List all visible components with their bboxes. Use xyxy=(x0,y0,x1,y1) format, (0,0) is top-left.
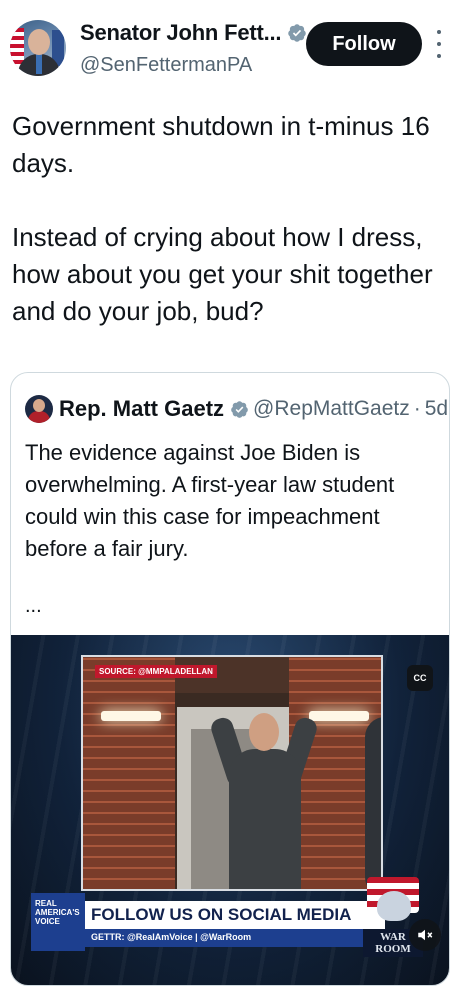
verified-badge-icon xyxy=(288,24,307,42)
video-player[interactable]: SOURCE: @MMPALADELLAN CC REAL AMERICA'S … xyxy=(11,635,449,985)
author-display-name[interactable]: Senator John Fett... xyxy=(80,20,282,46)
avatar-tie xyxy=(36,54,42,74)
banner-subtitle: GETTR: @RealAmVoice | @WarRoom xyxy=(85,929,385,947)
separator-dot: · xyxy=(413,397,421,420)
author-handle[interactable]: @SenFettermanPA xyxy=(80,54,252,77)
quoted-tweet-header: Rep. Matt Gaetz @RepMattGaetz · 5d xyxy=(25,395,448,423)
tweet-header: Senator John Fett... @SenFettermanPA Fol… xyxy=(0,0,450,100)
lower-third-banner: REAL AMERICA'S VOICE FOLLOW US ON SOCIAL… xyxy=(31,877,431,957)
follow-button[interactable]: Follow xyxy=(306,22,422,66)
quoted-author-avatar[interactable] xyxy=(25,395,53,423)
quoted-handle[interactable]: @RepMattGaetz xyxy=(253,397,410,421)
network-logo: REAL AMERICA'S VOICE xyxy=(31,893,85,951)
author-name-row[interactable]: Senator John Fett... xyxy=(80,20,307,46)
quoted-tweet[interactable]: Rep. Matt Gaetz @RepMattGaetz · 5d The e… xyxy=(10,372,450,986)
speaker-muted-icon[interactable] xyxy=(409,919,441,951)
author-avatar[interactable] xyxy=(10,20,66,76)
verified-badge-icon xyxy=(231,400,248,418)
video-source-tag: SOURCE: @MMPALADELLAN xyxy=(95,665,217,678)
closed-captions-button[interactable]: CC xyxy=(407,665,433,691)
tweet-text: Government shutdown in t-minus 16 days. … xyxy=(12,111,433,326)
video-inset-frame: SOURCE: @MMPALADELLAN xyxy=(81,655,383,891)
quoted-display-name[interactable]: Rep. Matt Gaetz xyxy=(59,396,224,422)
more-vertical-icon[interactable] xyxy=(436,30,442,58)
avatar-head xyxy=(28,29,50,55)
banner-title: FOLLOW US ON SOCIAL MEDIA xyxy=(85,901,385,929)
quoted-tweet-text: The evidence against Joe Biden is overwh… xyxy=(25,440,395,561)
quoted-ellipsis: ... xyxy=(25,595,42,617)
quoted-timestamp[interactable]: 5d xyxy=(425,397,448,421)
